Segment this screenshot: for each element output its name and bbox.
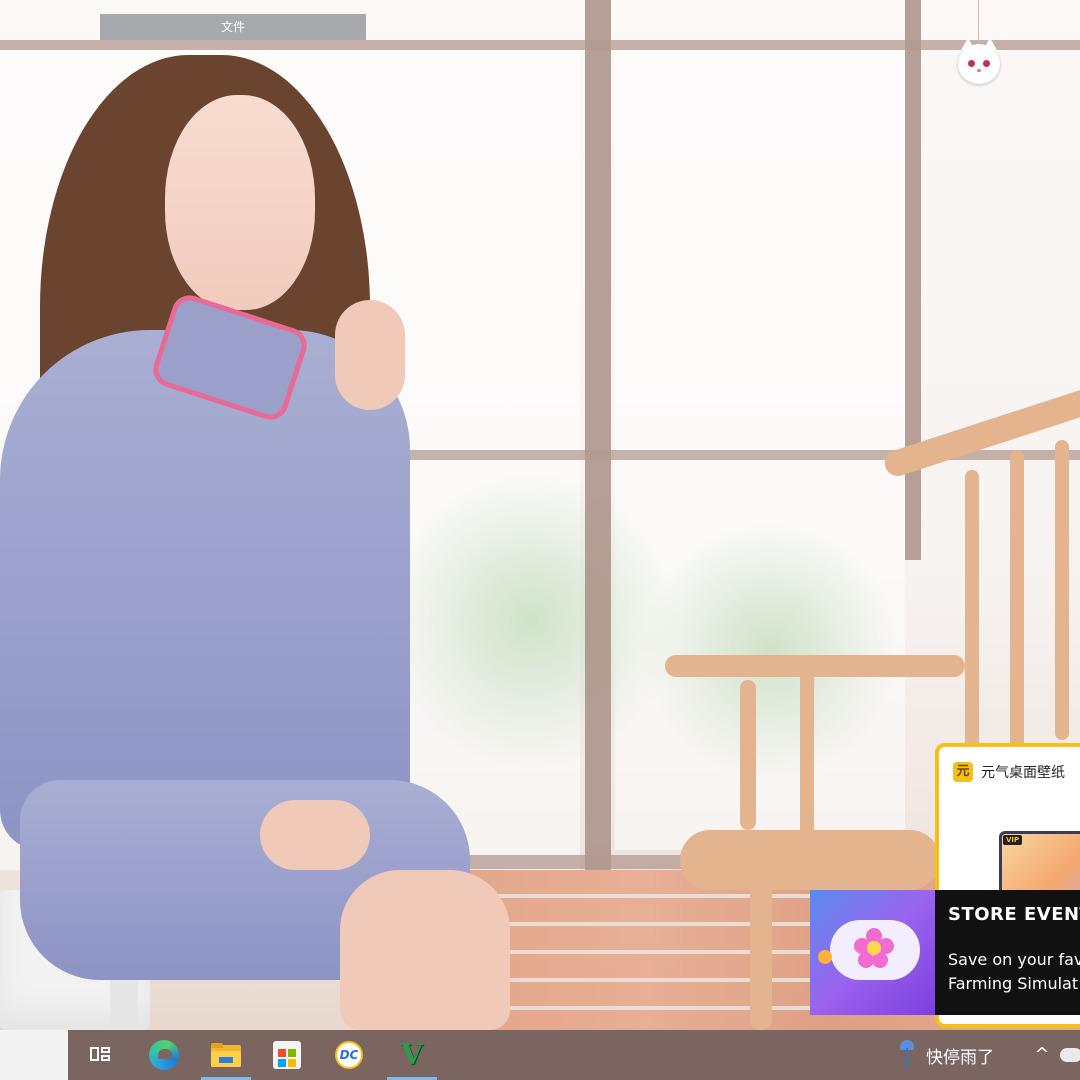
weather-text: 快停雨了 xyxy=(926,1047,994,1068)
show-hidden-icons-chevron-icon[interactable]: ^ xyxy=(1032,1044,1052,1065)
pendant-string xyxy=(978,0,979,44)
task-view-icon xyxy=(90,1047,110,1063)
flower-icon xyxy=(854,928,894,968)
file-explorer-button[interactable] xyxy=(201,1030,251,1080)
microsoft-store-button[interactable] xyxy=(262,1030,312,1080)
hand xyxy=(260,800,370,870)
small-flower-icon xyxy=(818,950,832,964)
chair-spindle xyxy=(965,470,979,760)
face xyxy=(165,95,315,310)
store-event-notification[interactable]: STORE EVENT Save on your fav Farming Sim… xyxy=(810,890,1080,1015)
hand xyxy=(335,300,405,410)
chair-spindle xyxy=(1055,440,1069,740)
taskbar: DC V 快停雨了 ^ xyxy=(0,1030,1080,1080)
window-frame xyxy=(0,40,1080,50)
garden-haze xyxy=(380,470,680,770)
cat-eye xyxy=(968,60,975,67)
store-event-line: Save on your fav xyxy=(948,950,1080,969)
notification-header: 元 元气桌面壁纸 xyxy=(953,761,1065,783)
chair-spindle xyxy=(740,680,756,830)
wallpaper-app-logo-icon: 元 xyxy=(953,762,973,782)
chair-spindle xyxy=(1010,450,1024,750)
task-view-button[interactable] xyxy=(75,1030,125,1080)
chair-spindle xyxy=(800,670,814,840)
onedrive-cloud-icon[interactable] xyxy=(1060,1048,1080,1062)
cat-nose xyxy=(977,69,981,72)
store-event-body: Save on your fav Farming Simulat xyxy=(948,948,1080,996)
cat-eye xyxy=(983,60,990,67)
umbrella-icon xyxy=(900,1040,914,1070)
cat-ear xyxy=(961,38,975,50)
microsoft-store-icon xyxy=(273,1041,301,1069)
file-explorer-icon xyxy=(211,1043,241,1067)
store-event-title: STORE EVENT xyxy=(948,904,1080,925)
garden-haze xyxy=(640,520,900,780)
weather-widget[interactable]: 快停雨了 xyxy=(900,1030,994,1080)
edge-button[interactable] xyxy=(139,1030,189,1080)
v-app-icon: V xyxy=(401,1038,423,1071)
shirt xyxy=(0,330,410,850)
chair-arm xyxy=(665,655,965,677)
cat-pendant-widget[interactable] xyxy=(956,0,1002,90)
store-event-line: Farming Simulat xyxy=(948,974,1079,993)
taskbar-search-box[interactable] xyxy=(0,1030,68,1080)
leg xyxy=(340,870,510,1030)
dc-app-icon: DC xyxy=(335,1041,363,1069)
notification-title: 元气桌面壁纸 xyxy=(981,765,1065,781)
cat-ear xyxy=(983,38,997,50)
window-frame xyxy=(585,0,611,870)
cat-icon[interactable] xyxy=(958,38,1000,84)
vip-badge: VIP xyxy=(1003,835,1023,845)
desktop-folder-label[interactable]: 文件 xyxy=(100,14,366,40)
desktop-wallpaper xyxy=(0,0,1080,1030)
window-frame xyxy=(905,0,921,560)
dc-app-button[interactable]: DC xyxy=(324,1030,374,1080)
edge-icon xyxy=(149,1040,179,1070)
chair-leg xyxy=(750,880,772,1030)
v-app-button[interactable]: V xyxy=(387,1030,437,1080)
store-event-artwork xyxy=(810,890,935,1015)
